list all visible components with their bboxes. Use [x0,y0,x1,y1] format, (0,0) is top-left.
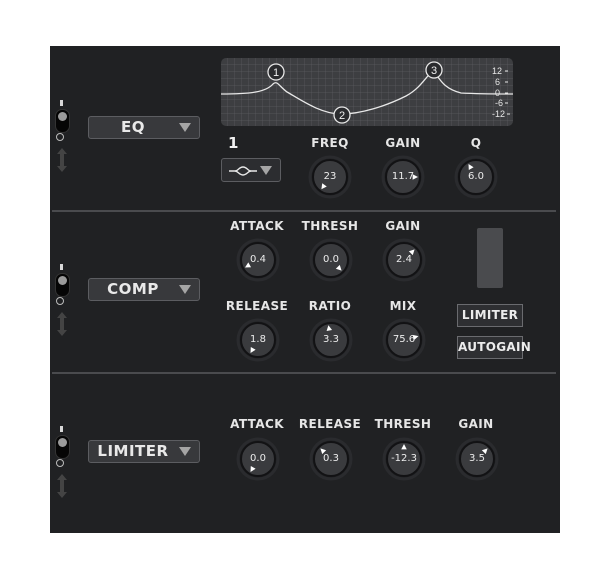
eq-select-label: EQ [121,118,145,136]
limiter-attack-label: ATTACK [230,417,284,431]
knob-value: 6.0 [468,171,484,182]
limiter-gain-label: GAIN [458,417,494,431]
eq-node-3-label: 3 [431,65,437,77]
power-off-mark [56,133,64,141]
section-divider [52,210,556,212]
db-scale-label: 12 [492,66,502,76]
knob-value: 0.0 [250,453,266,464]
comp-gain-label: GAIN [385,219,421,233]
comp-gain-knob[interactable]: 2.4 [382,238,426,282]
knob-value: 1.8 [250,334,266,345]
power-on-mark [60,100,63,106]
comp-attack-label: ATTACK [230,219,284,233]
eq-node-2-label: 2 [339,110,345,122]
comp-ratio-label: RATIO [308,299,352,313]
autogain-button[interactable]: AUTOGAIN [457,336,531,359]
power-off-mark [56,459,64,467]
comp-release-knob[interactable]: 1.8 [236,318,280,362]
db-scale-label: 0 [495,88,500,98]
eq-node-1-label: 1 [273,67,279,79]
knob-value: 0.3 [323,453,339,464]
eq-q-label: Q [470,136,482,150]
knob-value: 0.4 [250,254,266,265]
comp-thresh-label: THRESH [301,219,359,233]
comp-attack-knob[interactable]: 0.4 [236,238,280,282]
switch-thumb [58,438,67,447]
comp-module-select[interactable]: COMP [88,278,200,301]
chevron-down-icon [260,166,272,175]
eq-q-knob[interactable]: 6.0 [454,155,498,199]
comp-release-label: RELEASE [225,299,289,313]
limiter-release-knob[interactable]: 0.3 [309,437,353,481]
knob-value: 0.0 [323,254,339,265]
limiter-module-select[interactable]: LIMITER [88,440,200,463]
eq-power-switch[interactable] [55,109,70,133]
comp-power-switch[interactable] [55,273,70,297]
knob-value: 3.5 [469,453,485,464]
comp-mix-label: MIX [389,299,417,313]
knob-value: 2.4 [396,254,412,265]
eq-node-2[interactable]: 2 [333,106,351,124]
db-scale-label: -12 [492,109,505,119]
comp-select-label: COMP [107,280,159,298]
filter-type-select[interactable] [221,158,281,182]
switch-thumb [58,276,67,285]
db-scale-label: 6 [495,77,500,87]
eq-freq-label: FREQ [311,136,349,150]
power-off-mark [56,297,64,305]
limiter-power-switch[interactable] [55,435,70,459]
drag-handle-icon[interactable] [55,311,69,337]
eq-freq-knob[interactable]: 23 [308,155,352,199]
knob-value: 75.6 [392,334,416,345]
limiter-thresh-knob[interactable]: -12.3 [382,437,426,481]
limiter-thresh-label: THRESH [374,417,432,431]
section-divider [52,372,556,374]
knob-value: 23 [323,171,337,182]
db-scale-label: -6 [495,98,503,108]
knob-value: 11.7 [391,171,415,182]
eq-gain-label: GAIN [385,136,421,150]
drag-handle-icon[interactable] [55,147,69,173]
gain-reduction-meter [477,228,503,288]
limiter-gain-knob[interactable]: 3.5 [455,437,499,481]
knob-value: 3.3 [323,334,339,345]
limiter-attack-knob[interactable]: 0.0 [236,437,280,481]
knob-value: -12.3 [391,453,417,464]
eq-graph[interactable]: 1 2 3 12 6 0 -6 -12 [221,58,513,126]
eq-gain-knob[interactable]: 11.7 [381,155,425,199]
eq-node-3[interactable]: 3 [425,61,443,79]
eq-module-select[interactable]: EQ [88,116,200,139]
limiter-button[interactable]: LIMITER [457,304,523,327]
comp-ratio-knob[interactable]: 3.3 [309,318,353,362]
comp-thresh-knob[interactable]: 0.0 [309,238,353,282]
comp-mix-knob[interactable]: 75.6 [382,318,426,362]
power-on-mark [60,426,63,432]
switch-thumb [58,112,67,121]
drag-handle-icon[interactable] [55,473,69,499]
eq-node-1[interactable]: 1 [267,63,285,81]
band-number: 1 [228,134,239,152]
limiter-select-label: LIMITER [97,442,169,460]
chevron-down-icon [179,447,191,456]
bell-filter-icon [229,166,257,176]
chevron-down-icon [179,123,191,132]
power-on-mark [60,264,63,270]
chevron-down-icon [179,285,191,294]
limiter-release-label: RELEASE [298,417,362,431]
